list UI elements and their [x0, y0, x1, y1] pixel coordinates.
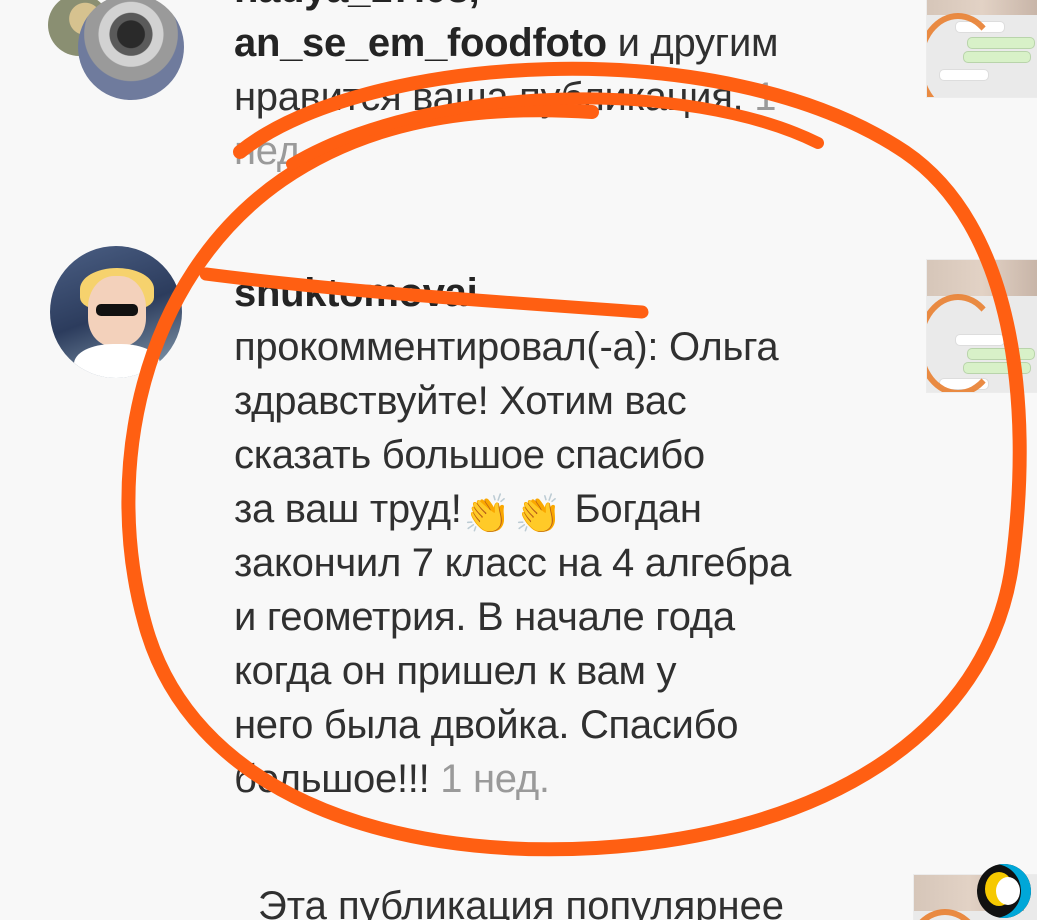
- avatar-sunglasses: [96, 304, 138, 316]
- thumbnail-chat-bubble: [963, 362, 1031, 374]
- notification-time-number: 1: [754, 75, 777, 119]
- like-notification-text: nadya_17.08, an_se_em_foodfoto и другим …: [234, 0, 779, 178]
- clapping-hands-icon: 👏: [463, 494, 511, 536]
- liked-publication-line: нравится ваша публикация. 1: [234, 70, 778, 124]
- comment-action-text: прокомментировал(-а): Ольга: [234, 325, 779, 369]
- thumbnail-chat-bubble: [967, 37, 1035, 49]
- publication-thumbnail-top[interactable]: [926, 0, 1037, 98]
- comment-line-1: здравствуйте! Хотим вас: [234, 379, 687, 423]
- comment-time: 1 нед.: [440, 757, 550, 801]
- comment-line-4: и геометрия. В начале года: [234, 595, 735, 639]
- comment-line-with-emoji: за ваш труд!👏 👏 Богдан: [234, 482, 791, 536]
- commenter-username[interactable]: shuktomovai: [234, 271, 478, 315]
- comment-line-2: сказать большое спасибо: [234, 433, 705, 477]
- thumbnail-chat-bubble: [955, 334, 1005, 346]
- user-avatar-dog[interactable]: [78, 0, 184, 100]
- comment-final-line: большое!!! 1 нед.: [234, 752, 791, 806]
- publication-thumbnail-comment[interactable]: [926, 259, 1037, 393]
- thumbnail-chat-bubble: [939, 378, 989, 390]
- username-link[interactable]: an_se_em_foodfoto: [234, 21, 607, 65]
- commenter-avatar[interactable]: [50, 246, 182, 378]
- comment-after-emoji: Богдан: [563, 487, 702, 531]
- comment-line-3: закончил 7 класс на 4 алгебра: [234, 541, 792, 585]
- popular-publication-text: Эта публикация популярнее: [258, 884, 785, 920]
- thumbnail-chat-bubble: [939, 69, 989, 81]
- comment-line-5: когда он пришел к вам у: [234, 649, 677, 693]
- partial-username-line: nadya_17.08,: [234, 0, 778, 16]
- instagram-notifications-screenshot: nadya_17.08, an_se_em_foodfoto и другим …: [0, 0, 1037, 920]
- thumbnail-chat-bubble: [963, 51, 1031, 63]
- and-others-text: и другим: [606, 21, 779, 65]
- comment-action-line: прокомментировал(-а): Ольга: [234, 320, 791, 374]
- thumbnail-chat-bubble: [955, 21, 1005, 33]
- liked-publication-text: нравится ваша публикация.: [234, 75, 755, 119]
- notification-time-line: нед.: [234, 124, 778, 178]
- liked-by-line: an_se_em_foodfoto и другим: [234, 16, 779, 70]
- comment-notification-text: shuktomovai прокомментировал(-а): Ольга …: [234, 266, 791, 806]
- thumbnail-chat-bubble: [967, 348, 1035, 360]
- partial-username[interactable]: nadya_17.08,: [234, 0, 480, 11]
- site-logo-icon: [977, 864, 1031, 918]
- comment-before-emoji: за ваш труд!: [234, 487, 462, 531]
- clapping-hands-icon: 👏: [514, 494, 562, 536]
- comment-line-6: него была двойка. Спасибо: [234, 703, 739, 747]
- comment-final-text: большое!!!: [234, 757, 441, 801]
- comment-username-line: shuktomovai: [234, 266, 791, 320]
- notification-time-unit: нед.: [234, 129, 311, 173]
- avatar-shirt: [74, 344, 160, 378]
